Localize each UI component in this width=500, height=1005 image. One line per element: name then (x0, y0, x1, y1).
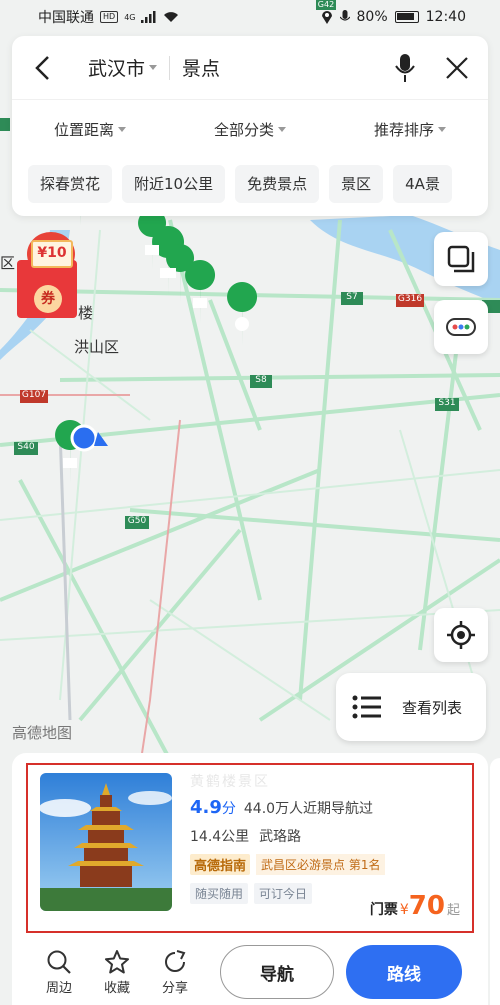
road-shield: S40 (17, 442, 35, 452)
quick-filter-chips: 探春赏花 附近10公里 免费景点 景区 4A景 (12, 158, 488, 210)
microphone-icon (395, 53, 415, 82)
caret-down-icon (437, 126, 446, 132)
rank-badge: 武昌区必游景点 第1名 (256, 854, 386, 875)
map-watermark: 高德地图 (12, 724, 73, 742)
filter-category[interactable]: 全部分类 (214, 119, 286, 140)
filter-distance[interactable]: 位置距离 (54, 119, 127, 140)
share-button[interactable]: 分享 (146, 949, 204, 996)
caret-down-icon (118, 126, 127, 132)
price-value: 70 (408, 891, 445, 921)
search-input[interactable]: 景点 (182, 54, 388, 81)
road-shield: S8 (255, 375, 267, 385)
distance-row: 14.4公里 武珞路 (190, 826, 470, 846)
filter-label: 位置距离 (54, 120, 115, 139)
layers-icon (447, 245, 475, 273)
ticket-tag: 随买随用 (190, 883, 249, 904)
battery-icon (394, 11, 419, 23)
coupon-widget[interactable]: ¥10 券 (17, 232, 77, 318)
navigation-count: 44.0万人近期导航过 (243, 801, 374, 817)
road-shield: S7 (346, 292, 358, 302)
caret-down-icon (278, 126, 286, 132)
mic-status-icon (339, 10, 350, 21)
road-shield: S31 (438, 398, 456, 408)
price-label: 门票 (369, 902, 398, 918)
chip-4a[interactable]: 4A景 (393, 165, 452, 203)
filter-sort[interactable]: 推荐排序 (374, 119, 446, 140)
filter-label: 推荐排序 (373, 120, 434, 139)
chip-scenic-area[interactable]: 景区 (329, 165, 384, 203)
favorite-label: 收藏 (103, 980, 130, 996)
share-label: 分享 (161, 980, 188, 996)
locate-icon (447, 621, 475, 649)
filter-label: 全部分类 (213, 120, 274, 139)
chip-spring-flowers[interactable]: 探春赏花 (28, 165, 113, 203)
road-shield: G50 (127, 516, 147, 526)
road-shield: G107 (21, 390, 47, 400)
navigate-button[interactable]: 导航 (220, 945, 334, 999)
divider (169, 55, 171, 80)
close-icon (446, 56, 468, 79)
layers-button[interactable] (434, 232, 488, 286)
signal-icon (141, 11, 156, 23)
city-selector[interactable]: 武汉市 (88, 54, 158, 81)
action-bar: 周边 收藏 分享 导航 路线 (12, 939, 488, 1005)
district-label: 洪山区 (74, 338, 120, 356)
search-icon (47, 950, 71, 974)
chip-free-spots[interactable]: 免费景点 (235, 165, 320, 203)
view-list-label: 查看列表 (402, 698, 463, 717)
status-bar: 中国联通 HD 4G 80% 12:40 (0, 0, 500, 34)
star-icon (105, 949, 129, 973)
filter-bar: 位置距离 全部分类 推荐排序 (12, 100, 488, 158)
wifi-icon (164, 12, 179, 22)
guide-row: 高德指南 武昌区必游景点 第1名 (190, 854, 470, 875)
poi-distance: 14.4公里 (190, 829, 250, 845)
price-suffix: 起 (446, 903, 460, 918)
nearby-button[interactable]: 周边 (30, 949, 88, 996)
price-currency: ¥ (399, 902, 409, 918)
poi-photo (40, 773, 172, 911)
road-shield: G316 (397, 294, 423, 304)
poi-address: 武珞路 (259, 829, 302, 845)
pagoda-image (40, 773, 172, 911)
rating-row: 4.9分 44.0万人近期导航过 (190, 797, 470, 818)
back-button[interactable] (30, 55, 56, 81)
carrier-name: 中国联通 (38, 10, 94, 26)
more-tools-button[interactable] (434, 300, 488, 354)
share-icon (165, 949, 186, 972)
guide-badge: 高德指南 (190, 854, 251, 875)
place-label: 楼 (78, 304, 94, 322)
more-dots-icon (446, 318, 476, 336)
search-card: 武汉市 景点 位置距离 全部分类 推荐排序 探春赏花 附近10公里 免费景点 景… (12, 36, 488, 216)
poi-card[interactable]: 黄鹤楼景区 4.9分 44.0万人近期导航过 14.4公里 武珞路 高德指南 武… (26, 763, 474, 933)
caret-down-icon (149, 65, 158, 70)
coupon-label: 券 (34, 285, 62, 313)
coupon-amount: ¥10 (31, 240, 73, 268)
close-button[interactable] (440, 51, 474, 85)
ticket-tag: 可订今日 (254, 883, 313, 904)
district-label-partial: 区 (0, 254, 16, 272)
network-type: 4G (124, 12, 136, 22)
nearby-label: 周边 (45, 980, 72, 996)
next-card-peek (490, 758, 500, 1005)
chip-nearby-10km[interactable]: 附近10公里 (122, 165, 226, 203)
ticket-price[interactable]: 门票 ¥ 70 起 (370, 891, 460, 921)
list-icon (352, 695, 381, 719)
battery-percent: 80% (356, 9, 388, 25)
chevron-left-icon (35, 55, 49, 80)
clock: 12:40 (425, 9, 466, 25)
route-button[interactable]: 路线 (346, 945, 462, 999)
view-list-button[interactable]: 查看列表 (336, 673, 486, 741)
voice-button[interactable] (388, 51, 422, 85)
rating-unit: 分 (221, 801, 236, 817)
city-name: 武汉市 (88, 58, 146, 80)
poi-sheet: 黄鹤楼景区 4.9分 44.0万人近期导航过 14.4公里 武珞路 高德指南 武… (12, 753, 488, 1005)
favorite-button[interactable]: 收藏 (88, 949, 146, 996)
rating-score: 4.9 (190, 797, 222, 818)
hd-badge: HD (100, 11, 119, 23)
location-status-icon (321, 11, 332, 24)
poi-info: 黄鹤楼景区 4.9分 44.0万人近期导航过 14.4公里 武珞路 高德指南 武… (190, 771, 470, 904)
poi-title: 黄鹤楼景区 (190, 774, 270, 790)
my-location-button[interactable] (434, 608, 488, 662)
search-bar: 武汉市 景点 (12, 36, 488, 100)
